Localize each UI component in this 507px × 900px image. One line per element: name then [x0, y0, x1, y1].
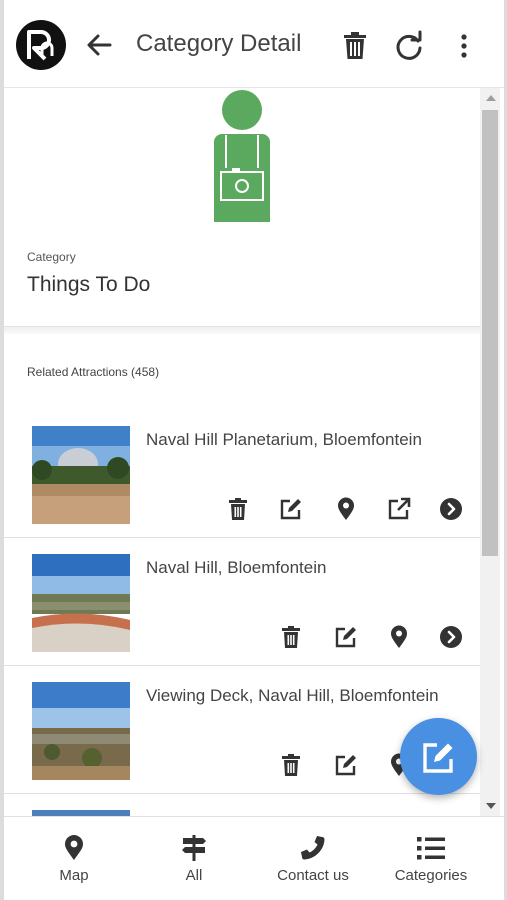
nav-item-contact-us[interactable]: Contact us [268, 817, 358, 900]
attraction-row-partial[interactable] [4, 794, 480, 816]
trash-icon[interactable] [278, 752, 304, 778]
refresh-button[interactable] [392, 29, 426, 63]
arrow-left-icon [87, 34, 112, 56]
trash-icon[interactable] [225, 496, 251, 522]
refresh-icon [396, 30, 422, 60]
category-label: Category [27, 250, 76, 264]
map-pin-icon[interactable] [386, 624, 412, 650]
map-pin-icon[interactable] [333, 496, 359, 522]
scroll-thumb[interactable] [482, 110, 498, 556]
attraction-thumbnail[interactable] [32, 426, 130, 524]
edit-icon[interactable] [333, 624, 359, 650]
nav-label: All [185, 867, 203, 884]
attraction-title[interactable]: Naval Hill, Bloemfontein [146, 558, 326, 578]
list-icon [417, 837, 445, 860]
tourist-camera-icon [214, 90, 270, 222]
scroll-up-arrow-icon[interactable] [486, 95, 496, 101]
attraction-thumbnail[interactable] [32, 682, 130, 780]
external-link-icon[interactable] [386, 496, 412, 522]
attraction-row[interactable]: Naval Hill Planetarium, Bloemfontein [4, 410, 480, 538]
related-attractions-label: Related Attractions (458) [27, 365, 160, 379]
scroll-down-arrow-icon[interactable] [486, 803, 496, 809]
rn-logo-icon[interactable] [16, 20, 66, 70]
scrollbar[interactable] [480, 88, 500, 816]
edit-icon[interactable] [278, 496, 304, 522]
attraction-row[interactable]: Naval Hill, Bloemfontein [4, 538, 480, 666]
signpost-icon [182, 835, 206, 861]
edit-fab-button[interactable] [400, 718, 477, 795]
nav-item-categories[interactable]: Categories [386, 817, 476, 900]
nav-label: Categories [394, 867, 468, 884]
bottom-navigation: Map All Contact us Categories [4, 816, 504, 900]
delete-category-button[interactable] [340, 30, 370, 62]
map-pin-icon [65, 835, 83, 860]
nav-label: Contact us [277, 867, 349, 884]
attraction-title[interactable]: Naval Hill Planetarium, Bloemfontein [146, 430, 422, 450]
page-title: Category Detail [136, 30, 302, 57]
nav-label: Map [59, 867, 89, 884]
trash-icon [344, 32, 366, 59]
more-vertical-icon [461, 34, 467, 58]
nav-item-map[interactable]: Map [44, 817, 104, 900]
detail-content[interactable]: Category Things To Do Related Attraction… [4, 88, 480, 816]
phone-icon [301, 836, 325, 860]
edit-icon [422, 742, 453, 773]
chevron-right-circle-icon[interactable] [438, 624, 464, 650]
attraction-title[interactable]: Viewing Deck, Naval Hill, Bloemfontein [146, 686, 439, 706]
nav-item-all[interactable]: All [164, 817, 224, 900]
edit-icon[interactable] [333, 752, 359, 778]
attraction-thumbnail[interactable] [32, 554, 130, 652]
app-bar: Category Detail [4, 0, 504, 88]
category-value: Things To Do [27, 273, 151, 296]
section-divider [4, 326, 480, 334]
trash-icon[interactable] [278, 624, 304, 650]
chevron-right-circle-icon[interactable] [438, 496, 464, 522]
more-menu-button[interactable] [452, 29, 476, 63]
back-button[interactable] [82, 28, 116, 62]
